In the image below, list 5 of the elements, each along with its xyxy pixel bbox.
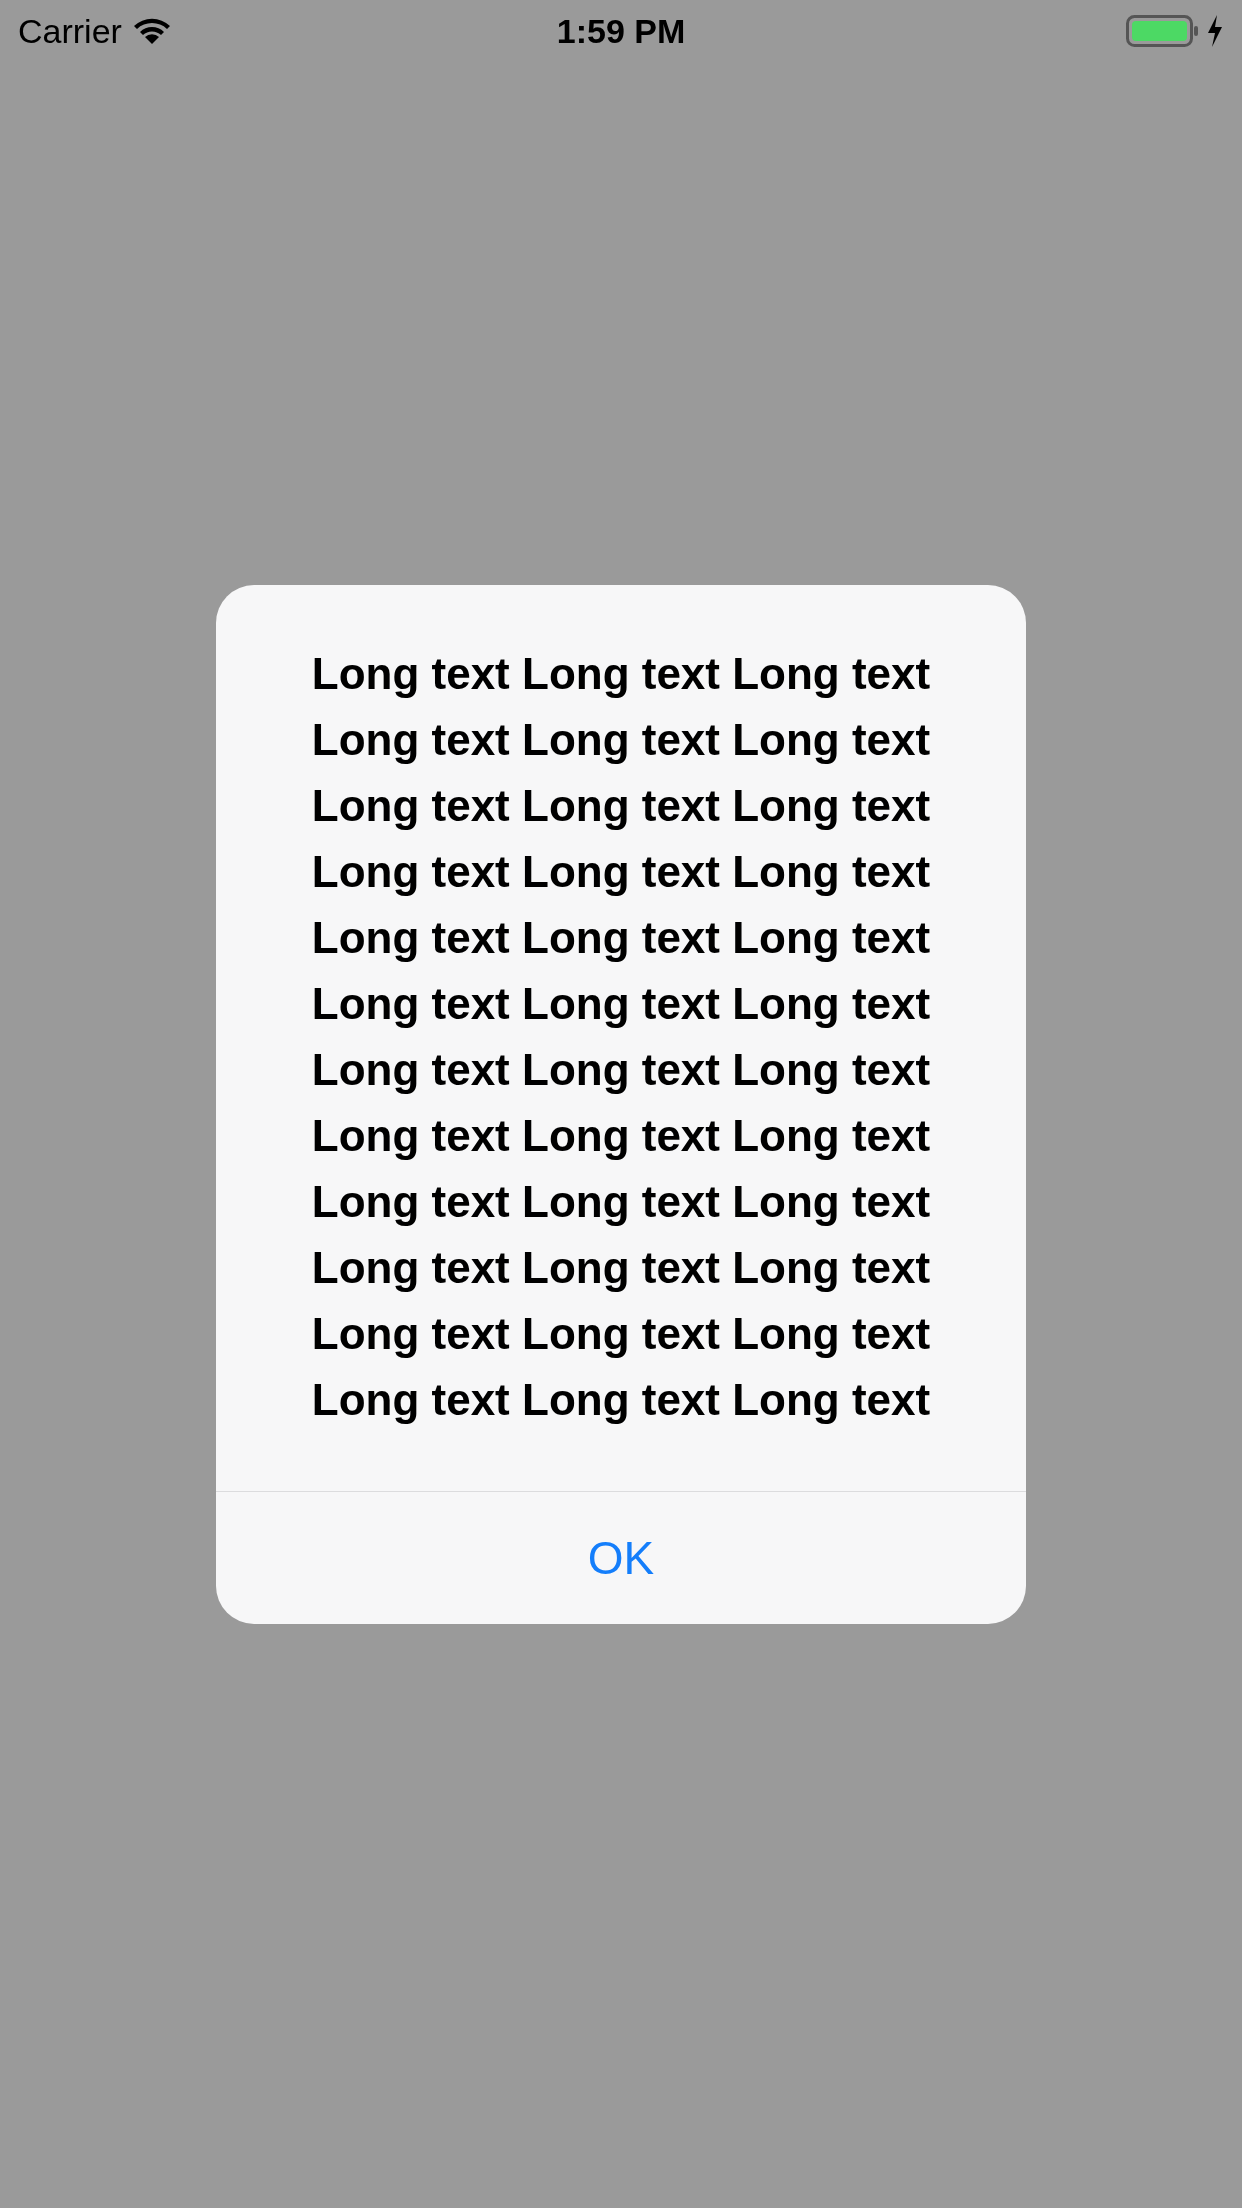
battery-icon xyxy=(1126,14,1200,48)
status-time: 1:59 PM xyxy=(556,11,686,51)
ok-button[interactable]: OK xyxy=(216,1491,1026,1624)
carrier-label: Carrier xyxy=(18,11,122,51)
alert-message: Long text Long text Long text Long text Long text Long text Long text Long text Long text Long text Long text Long text Long text Long text Long text Long text Long text Long text Long text Long text Long text Long text Long text Long text Long text Long text Long text Long text Long text Long text Long text Long text Long text Long text Long text Long text xyxy=(310,647,932,1426)
